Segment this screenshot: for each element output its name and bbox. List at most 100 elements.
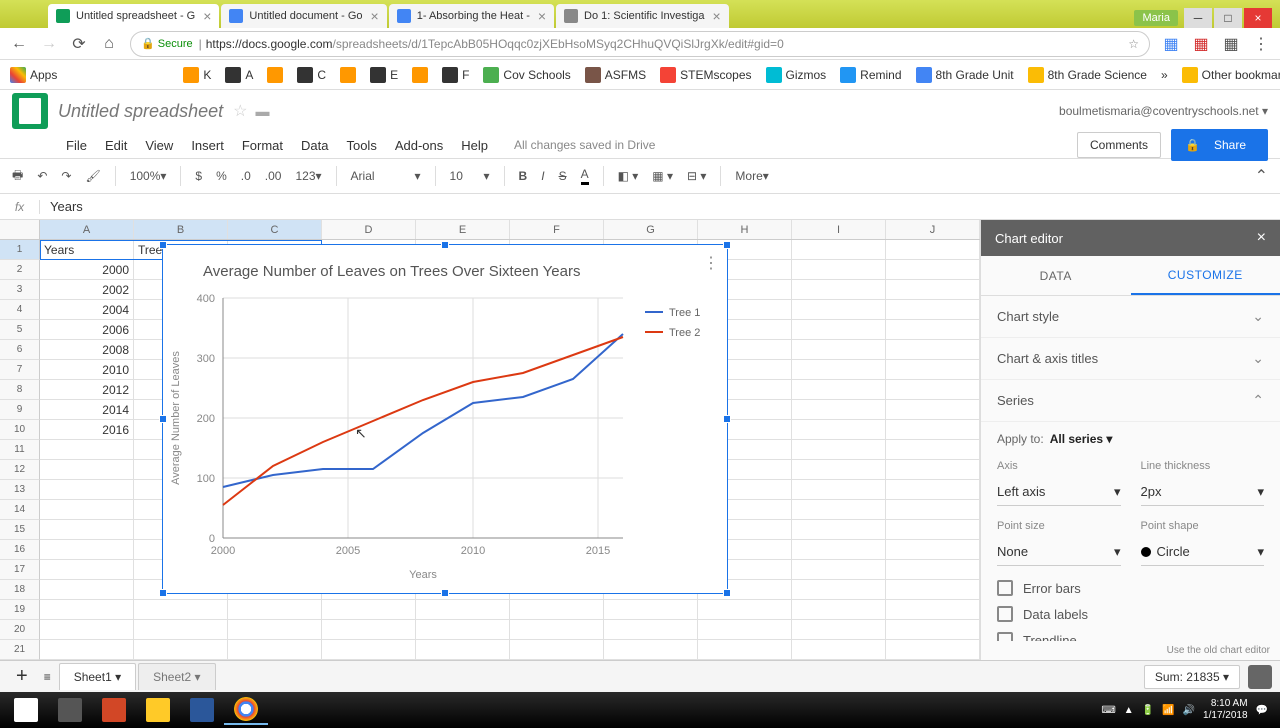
section-axis-titles[interactable]: Chart & axis titles⌄ (981, 338, 1280, 380)
paint-icon[interactable]: 🖌 (85, 169, 100, 183)
app-chrome[interactable] (224, 695, 268, 725)
menu-format[interactable]: Format (234, 135, 291, 156)
collapse-icon[interactable]: ⌃ (1255, 166, 1268, 186)
point-shape-select[interactable]: Circle▾ (1141, 538, 1265, 566)
checkbox-data-labels[interactable]: Data labels (997, 606, 1264, 622)
close-icon[interactable]: × (1257, 229, 1266, 247)
user-badge[interactable]: Maria (1134, 10, 1178, 26)
spreadsheet-grid[interactable]: ABCDEFGHIJ 12345678910111213141516171819… (0, 220, 980, 660)
menu-addons[interactable]: Add-ons (387, 135, 451, 156)
menu-help[interactable]: Help (453, 135, 496, 156)
back-icon[interactable]: ← (10, 35, 28, 53)
formula-input[interactable]: Years (40, 199, 1280, 214)
ext-icon[interactable]: ▦ (1192, 35, 1210, 53)
redo-icon[interactable]: ↷ (61, 169, 71, 183)
chart-menu-icon[interactable]: ⋮ (703, 253, 719, 273)
print-icon[interactable]: 🖶 (12, 166, 23, 187)
apply-to-select[interactable]: All series ▾ (1050, 432, 1113, 446)
taskview-button[interactable] (48, 695, 92, 725)
bookmark[interactable]: ASFMS (585, 67, 646, 83)
apps-button[interactable]: Apps (10, 67, 57, 83)
format-select[interactable]: 123 ▾ (295, 169, 321, 183)
close-icon[interactable]: × (203, 8, 211, 24)
bookmark[interactable] (340, 67, 356, 83)
bookmark[interactable]: F (442, 67, 469, 83)
more-button[interactable]: More ▾ (735, 169, 768, 183)
close-icon[interactable]: × (538, 8, 546, 24)
explore-button[interactable] (1248, 665, 1272, 689)
home-icon[interactable]: ⌂ (100, 35, 118, 53)
checkbox-trendline[interactable]: Trendline (997, 632, 1264, 641)
tray-icon[interactable]: 🔋 (1142, 705, 1154, 716)
add-sheet-button[interactable]: + (8, 665, 36, 688)
sheet-tab[interactable]: Sheet2 ▾ (138, 663, 215, 690)
tab-customize[interactable]: CUSTOMIZE (1131, 256, 1280, 295)
user-email[interactable]: boulmetismaria@coventryschools.net ▾ (1059, 104, 1268, 118)
browser-tab[interactable]: Untitled document - Go× (221, 4, 386, 28)
browser-tab[interactable]: Do 1: Scientific Investiga× (556, 4, 729, 28)
clock[interactable]: 8:10 AM1/17/2018 (1203, 698, 1248, 722)
tray-icon[interactable]: ⌨ (1101, 705, 1115, 716)
bookmark[interactable]: 8th Grade Science (1028, 67, 1147, 83)
menu-tools[interactable]: Tools (338, 135, 384, 156)
tab-data[interactable]: DATA (981, 256, 1131, 295)
menu-file[interactable]: File (58, 135, 95, 156)
percent-button[interactable]: % (216, 169, 227, 183)
checkbox-error-bars[interactable]: Error bars (997, 580, 1264, 596)
document-title[interactable]: Untitled spreadsheet (58, 101, 223, 122)
bookmark[interactable]: STEMscopes (660, 67, 751, 83)
thickness-select[interactable]: 2px▾ (1141, 478, 1265, 506)
fill-button[interactable]: ◧ ▾ (618, 169, 639, 183)
window-close-button[interactable]: × (1244, 8, 1272, 28)
maximize-button[interactable]: □ (1214, 8, 1242, 28)
share-button[interactable]: 🔒 Share (1171, 129, 1268, 161)
app-word[interactable] (180, 695, 224, 725)
section-chart-style[interactable]: Chart style⌄ (981, 296, 1280, 338)
folder-icon[interactable]: ▬ (255, 103, 269, 119)
bookmark[interactable]: Cov Schools (483, 67, 570, 83)
bookmark[interactable] (412, 67, 428, 83)
bookmark[interactable]: Remind (840, 67, 901, 83)
menu-icon[interactable]: ⋮ (1252, 35, 1270, 53)
menu-insert[interactable]: Insert (183, 135, 232, 156)
translate-icon[interactable]: ▦ (1162, 35, 1180, 53)
star-icon[interactable]: ☆ (233, 101, 247, 121)
app-powerpoint[interactable] (92, 695, 136, 725)
merge-button[interactable]: ⊟ ▾ (687, 169, 706, 183)
border-button[interactable]: ▦ ▾ (652, 169, 673, 183)
dec-button[interactable]: .0 (241, 169, 251, 183)
bookmark[interactable]: Gizmos (766, 67, 827, 83)
tray-icon[interactable]: ▲ (1124, 705, 1134, 716)
menu-edit[interactable]: Edit (97, 135, 135, 156)
forward-icon[interactable]: → (40, 35, 58, 53)
zoom-select[interactable]: 100% ▾ (130, 169, 167, 183)
bookmark[interactable]: K (183, 67, 211, 83)
font-select[interactable]: Arial ▾ (351, 169, 421, 183)
chart-object[interactable]: ⋮ Average Number of Leaves on Trees Over… (162, 244, 728, 594)
textcolor-button[interactable]: A (581, 167, 589, 185)
sheet-tab[interactable]: Sheet1 ▾ (59, 663, 136, 690)
section-series[interactable]: Series⌃ (981, 380, 1280, 422)
browser-tab[interactable]: 1- Absorbing the Heat -× (389, 4, 554, 28)
ext-icon[interactable]: ▦ (1222, 35, 1240, 53)
url-input[interactable]: 🔒 Secure | https://docs.google.com/sprea… (130, 31, 1150, 57)
notification-icon[interactable]: 💬 (1256, 705, 1268, 716)
sheets-logo[interactable] (12, 93, 48, 129)
close-icon[interactable]: × (713, 8, 721, 24)
dec-button[interactable]: .00 (265, 169, 282, 183)
star-icon[interactable]: ☆ (1128, 37, 1139, 51)
undo-icon[interactable]: ↶ (37, 169, 47, 183)
close-icon[interactable]: × (371, 8, 379, 24)
browser-tab[interactable]: Untitled spreadsheet - G× (48, 4, 219, 28)
bookmark[interactable]: A (225, 67, 253, 83)
comments-button[interactable]: Comments (1077, 132, 1161, 158)
minimize-button[interactable]: ─ (1184, 8, 1212, 28)
point-size-select[interactable]: None▾ (997, 538, 1121, 566)
bookmark[interactable]: 8th Grade Unit (916, 67, 1014, 83)
strike-button[interactable]: S (559, 169, 567, 183)
italic-button[interactable]: I (541, 169, 544, 183)
reload-icon[interactable]: ⟳ (70, 35, 88, 53)
old-editor-link[interactable]: Use the old chart editor (981, 641, 1280, 660)
size-select[interactable]: 10 ▾ (450, 169, 490, 183)
bold-button[interactable]: B (519, 169, 528, 183)
